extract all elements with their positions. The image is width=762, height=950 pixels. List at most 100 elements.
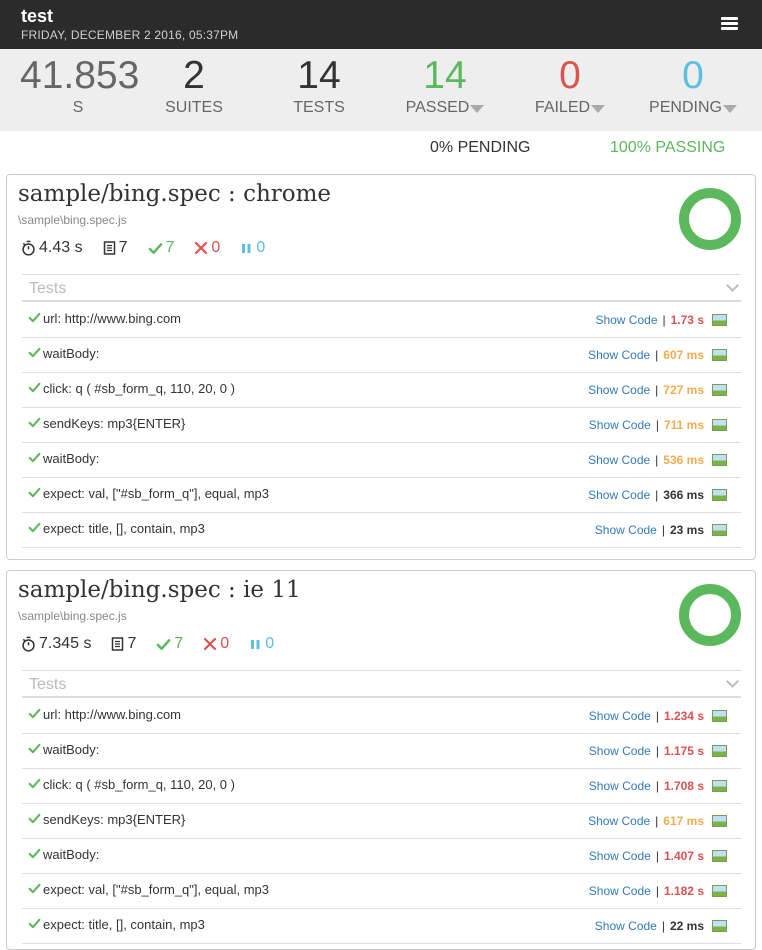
screenshot-icon[interactable] — [712, 489, 727, 501]
duration-value: 41.853 — [20, 54, 140, 97]
tests-header[interactable]: Tests — [22, 670, 741, 698]
chevron-down-icon[interactable] — [726, 675, 739, 688]
tests-header-label: Tests — [29, 676, 67, 693]
stopwatch-icon — [22, 240, 35, 256]
show-code-link[interactable]: Show Code — [589, 849, 651, 863]
suite-pending-value: 0 — [265, 635, 275, 652]
test-duration: 1.234 s — [663, 709, 704, 723]
suite-failed: 0 — [203, 635, 229, 653]
test-row: click: q ( #sb_form_q, 110, 20, 0 ) Show… — [22, 373, 741, 408]
suite-test-count: 7 — [111, 635, 136, 653]
show-code-link[interactable]: Show Code — [588, 814, 650, 828]
document-list-icon — [103, 241, 115, 255]
suites-label: SUITES — [165, 99, 223, 116]
show-code-link[interactable]: Show Code — [595, 313, 657, 327]
separator: | — [655, 348, 659, 362]
test-name: sendKeys: mp3{ENTER} — [43, 812, 186, 827]
test-row: click: q ( #sb_form_q, 110, 20, 0 ) Show… — [22, 769, 741, 804]
test-list: url: http://www.bing.com Show Code | 1.2… — [22, 699, 741, 944]
screenshot-icon[interactable] — [712, 745, 727, 757]
show-code-link[interactable]: Show Code — [588, 383, 650, 397]
test-name: waitBody: — [43, 742, 100, 757]
suite-failed-value: 0 — [211, 239, 221, 256]
passed-filter-icon[interactable] — [470, 105, 485, 113]
separator: | — [655, 814, 659, 828]
suite-card: sample/bing.spec : chrome \sample\bing.s… — [6, 174, 756, 560]
test-duration: 1.407 s — [663, 849, 704, 863]
pass-rate-donut — [679, 188, 741, 250]
pending-filter-icon[interactable] — [722, 105, 737, 113]
test-name: waitBody: — [43, 451, 100, 466]
test-name: click: q ( #sb_form_q, 110, 20, 0 ) — [43, 777, 235, 792]
x-icon — [195, 241, 208, 255]
test-name: expect: val, ["#sb_form_q"], equal, mp3 — [43, 882, 270, 897]
stopwatch-icon — [22, 636, 35, 652]
report-title: test — [21, 6, 54, 26]
duration-stat: 41.853 S — [20, 54, 140, 117]
test-duration: 366 ms — [663, 488, 704, 502]
tests-header[interactable]: Tests — [22, 274, 741, 302]
pass-rate-donut — [679, 584, 741, 646]
screenshot-icon[interactable] — [712, 524, 727, 536]
separator: | — [655, 884, 659, 898]
show-code-link[interactable]: Show Code — [588, 488, 650, 502]
suites-stat: 2 SUITES — [158, 55, 230, 117]
failed-value: 0 — [559, 54, 581, 97]
test-actions: Show Code | 1.407 s — [589, 849, 727, 863]
suite-tests-value: 7 — [127, 635, 137, 652]
suite-duration: 4.43 s — [21, 239, 83, 257]
screenshot-icon[interactable] — [712, 384, 727, 396]
test-actions: Show Code | 23 ms — [595, 523, 727, 537]
test-row: waitBody: Show Code | 1.407 s — [22, 839, 741, 874]
suite-path: \sample\bing.spec.js — [18, 213, 127, 227]
suites-value: 2 — [183, 54, 205, 97]
show-code-link[interactable]: Show Code — [595, 523, 657, 537]
passed-label: PASSED — [400, 99, 490, 117]
failed-stat: 0 FAILED — [530, 55, 610, 117]
chevron-down-icon[interactable] — [726, 279, 739, 292]
show-code-link[interactable]: Show Code — [589, 884, 651, 898]
test-duration: 727 ms — [663, 383, 704, 397]
screenshot-icon[interactable] — [712, 314, 727, 326]
test-duration: 607 ms — [663, 348, 704, 362]
separator: | — [655, 453, 659, 467]
check-icon — [28, 451, 41, 469]
test-actions: Show Code | 366 ms — [588, 488, 727, 502]
separator: | — [655, 418, 659, 432]
screenshot-icon[interactable] — [712, 920, 727, 932]
test-duration: 23 ms — [669, 523, 704, 537]
show-code-link[interactable]: Show Code — [589, 418, 651, 432]
show-code-link[interactable]: Show Code — [589, 744, 651, 758]
screenshot-icon[interactable] — [712, 419, 727, 431]
pending-stat: 0 PENDING — [645, 55, 741, 117]
screenshot-icon[interactable] — [712, 780, 727, 792]
show-code-link[interactable]: Show Code — [588, 453, 650, 467]
failed-filter-icon[interactable] — [591, 105, 606, 113]
suite-name: sample/bing.spec : chrome — [18, 181, 332, 207]
show-code-link[interactable]: Show Code — [589, 779, 651, 793]
screenshot-icon[interactable] — [712, 815, 727, 827]
screenshot-icon[interactable] — [712, 850, 727, 862]
suite-tests-value: 7 — [118, 239, 128, 256]
test-duration: 536 ms — [663, 453, 704, 467]
test-row: waitBody: Show Code | 607 ms — [22, 338, 741, 373]
test-row: sendKeys: mp3{ENTER} Show Code | 617 ms — [22, 804, 741, 839]
test-actions: Show Code | 617 ms — [588, 814, 727, 828]
tests-header-label: Tests — [29, 280, 67, 297]
show-code-link[interactable]: Show Code — [588, 348, 650, 362]
hamburger-menu-icon[interactable] — [721, 17, 738, 31]
test-name: expect: val, ["#sb_form_q"], equal, mp3 — [43, 486, 270, 501]
pending-label: PENDING — [645, 99, 741, 117]
tests-value: 14 — [297, 54, 341, 97]
separator: | — [662, 313, 666, 327]
tests-label: TESTS — [293, 99, 345, 116]
check-icon — [28, 521, 41, 539]
screenshot-icon[interactable] — [712, 885, 727, 897]
show-code-link[interactable]: Show Code — [589, 709, 651, 723]
suite-failed-value: 0 — [220, 635, 230, 652]
screenshot-icon[interactable] — [712, 454, 727, 466]
check-icon — [28, 917, 41, 935]
screenshot-icon[interactable] — [712, 349, 727, 361]
screenshot-icon[interactable] — [712, 710, 727, 722]
test-name: url: http://www.bing.com — [43, 311, 181, 326]
